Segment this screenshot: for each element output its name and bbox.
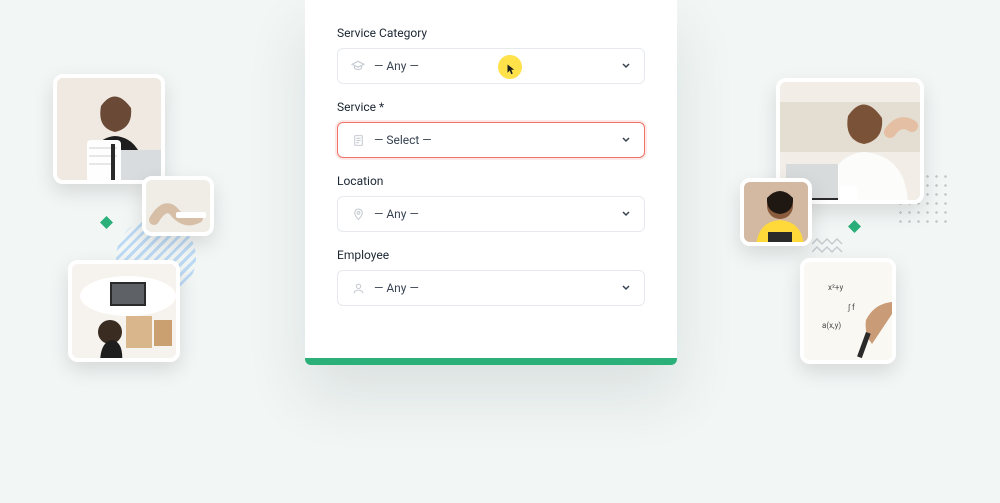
card-accent-bar xyxy=(305,358,677,365)
select-location[interactable]: — Any — xyxy=(337,196,645,232)
field-employee: Employee — Any — xyxy=(337,248,645,306)
label-service-category: Service Category xyxy=(337,26,645,40)
cursor-highlight xyxy=(498,55,522,79)
label-employee: Employee xyxy=(337,248,645,262)
decorative-photo xyxy=(68,260,180,362)
decorative-photo xyxy=(142,176,214,236)
diamond-accent-left xyxy=(100,216,113,229)
decorative-photo: x²+y ∫ f a(x,y) xyxy=(800,258,896,364)
label-service: Service * xyxy=(337,100,645,114)
field-service: Service * — Select — xyxy=(337,100,645,158)
decorative-photo xyxy=(740,178,812,246)
select-value: — Select — xyxy=(374,133,432,147)
svg-text:x²+y: x²+y xyxy=(828,283,843,292)
zigzag-pattern xyxy=(812,238,848,256)
graduation-cap-icon xyxy=(350,58,366,74)
field-service-category: Service Category — Any — xyxy=(337,26,645,84)
person-icon xyxy=(350,280,366,296)
svg-text:a(x,y): a(x,y) xyxy=(822,321,841,330)
decorative-photo xyxy=(53,74,165,184)
chevron-down-icon xyxy=(620,205,632,224)
booking-form-card: Service Category — Any — Service * xyxy=(305,0,677,365)
select-service[interactable]: — Select — xyxy=(337,122,645,158)
map-pin-icon xyxy=(350,206,366,222)
select-employee[interactable]: — Any — xyxy=(337,270,645,306)
select-service-category[interactable]: — Any — xyxy=(337,48,645,84)
svg-text:∫ f: ∫ f xyxy=(847,303,855,312)
label-location: Location xyxy=(337,174,645,188)
chevron-down-icon xyxy=(620,279,632,298)
document-icon xyxy=(350,132,366,148)
chevron-down-icon xyxy=(620,57,632,76)
diamond-accent-right xyxy=(848,220,861,233)
select-value: — Any — xyxy=(374,207,419,221)
chevron-down-icon xyxy=(620,131,632,150)
select-value: — Any — xyxy=(374,59,419,73)
select-value: — Any — xyxy=(374,281,419,295)
field-location: Location — Any — xyxy=(337,174,645,232)
